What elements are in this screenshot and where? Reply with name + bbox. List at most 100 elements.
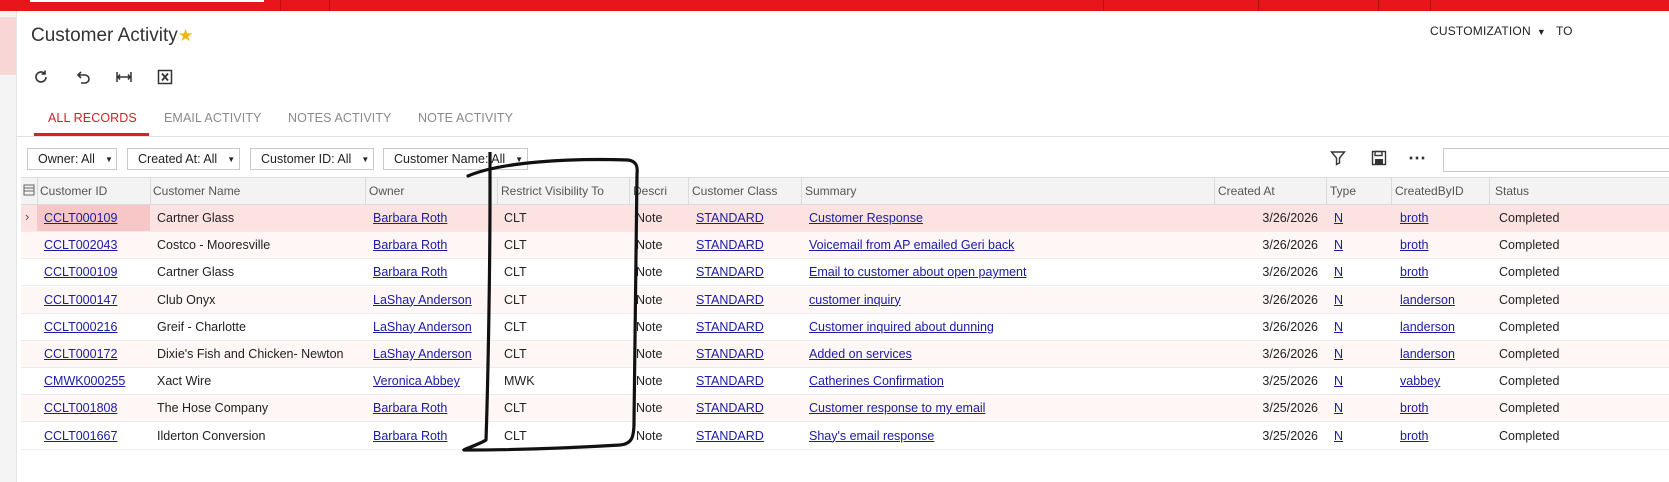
cell-customer-id[interactable]: CCLT000109 xyxy=(44,265,148,279)
cell-customer-id[interactable]: CCLT001808 xyxy=(44,401,148,415)
tab-note-activity[interactable]: NOTE ACTIVITY xyxy=(418,111,513,125)
cell-type[interactable]: N xyxy=(1334,320,1388,334)
column-header-created-by-id[interactable]: CreatedByID xyxy=(1395,184,1485,198)
column-header-customer-class[interactable]: Customer Class xyxy=(692,184,798,198)
column-separator[interactable] xyxy=(150,178,151,205)
column-header-customer-id[interactable]: Customer ID xyxy=(40,184,148,198)
cell-customer-id[interactable]: CCLT000172 xyxy=(44,347,148,361)
cell-customer-class[interactable]: STANDARD xyxy=(696,347,798,361)
cell-summary[interactable]: Added on services xyxy=(809,347,1209,361)
cell-owner[interactable]: Barbara Roth xyxy=(373,211,495,225)
table-row[interactable]: CCLT001808 The Hose Company Barbara Roth CL… xyxy=(21,395,1669,423)
cell-summary[interactable]: Customer Response xyxy=(809,211,1209,225)
column-separator[interactable] xyxy=(1326,178,1327,205)
owner-filter[interactable]: Owner: All ▼ xyxy=(27,148,117,170)
cell-type[interactable]: N xyxy=(1334,347,1388,361)
cell-summary[interactable]: Email to customer about open payment xyxy=(809,265,1209,279)
cell-summary[interactable]: customer inquiry xyxy=(809,293,1209,307)
export-excel-icon[interactable] xyxy=(154,66,176,88)
cell-customer-class[interactable]: STANDARD xyxy=(696,238,798,252)
cell-summary[interactable]: Customer response to my email xyxy=(809,401,1209,415)
cell-summary[interactable]: Customer inquired about dunning xyxy=(809,320,1209,334)
cell-type[interactable]: N xyxy=(1334,238,1388,252)
favorite-star-icon[interactable]: ★ xyxy=(178,26,193,46)
top-search-box-edge[interactable] xyxy=(30,0,264,2)
column-separator[interactable] xyxy=(801,178,802,205)
cell-type[interactable]: N xyxy=(1334,401,1388,415)
cell-created-by-id[interactable]: vabbey xyxy=(1400,374,1486,388)
table-row[interactable]: CMWK000255 Xact Wire Veronica Abbey MWK Note… xyxy=(21,368,1669,396)
cell-owner[interactable]: Veronica Abbey xyxy=(373,374,495,388)
cell-created-by-id[interactable]: landerson xyxy=(1400,320,1486,334)
cell-type[interactable]: N xyxy=(1334,374,1388,388)
cell-customer-id[interactable]: CMWK000255 xyxy=(44,374,148,388)
cell-customer-class[interactable]: STANDARD xyxy=(696,374,798,388)
cell-type[interactable]: N xyxy=(1334,265,1388,279)
column-separator[interactable] xyxy=(1391,178,1392,205)
cell-customer-id[interactable]: CCLT001667 xyxy=(44,429,148,443)
cell-type[interactable]: N xyxy=(1334,211,1388,225)
more-options-icon[interactable]: ⋯ xyxy=(1408,148,1426,169)
table-row[interactable]: CCLT001667 Ilderton Conversion Barbara Rot… xyxy=(21,423,1669,450)
cell-customer-class[interactable]: STANDARD xyxy=(696,293,798,307)
cell-customer-class[interactable]: STANDARD xyxy=(696,265,798,279)
column-separator[interactable] xyxy=(688,178,689,205)
cell-type[interactable]: N xyxy=(1334,429,1388,443)
filter-icon[interactable] xyxy=(1330,150,1346,170)
cell-summary[interactable]: Catherines Confirmation xyxy=(809,374,1209,388)
cell-owner[interactable]: Barbara Roth xyxy=(373,238,495,252)
cell-created-by-id[interactable]: broth xyxy=(1400,429,1486,443)
cell-customer-id[interactable]: CCLT002043 xyxy=(44,238,148,252)
column-separator[interactable] xyxy=(497,178,498,205)
cell-created-by-id[interactable]: landerson xyxy=(1400,347,1486,361)
fit-columns-icon[interactable] xyxy=(113,66,135,88)
cell-summary[interactable]: Shay's email response xyxy=(809,429,1209,443)
customization-menu[interactable]: CUSTOMIZATION ▼ xyxy=(1430,24,1546,38)
column-header-type[interactable]: Type xyxy=(1330,184,1388,198)
column-separator[interactable] xyxy=(629,178,630,205)
tab-email-activity[interactable]: EMAIL ACTIVITY xyxy=(164,111,262,125)
undo-icon[interactable] xyxy=(72,66,94,88)
column-header-status[interactable]: Status xyxy=(1495,184,1585,198)
table-row[interactable]: CCLT000147 Club Onyx LaShay Anderson CLT Not… xyxy=(21,286,1669,314)
cell-owner[interactable]: Barbara Roth xyxy=(373,429,495,443)
cell-created-by-id[interactable]: landerson xyxy=(1400,293,1486,307)
column-header-customer-name[interactable]: Customer Name xyxy=(153,184,363,198)
column-settings-icon[interactable] xyxy=(23,183,35,201)
customer-id-filter[interactable]: Customer ID: All ▼ xyxy=(250,148,374,170)
cell-created-by-id[interactable]: broth xyxy=(1400,211,1486,225)
cell-owner[interactable]: Barbara Roth xyxy=(373,401,495,415)
table-row[interactable]: CCLT000216 Greif - Charlotte LaShay Anders… xyxy=(21,314,1669,341)
cell-customer-class[interactable]: STANDARD xyxy=(696,429,798,443)
cell-customer-id[interactable]: CCLT000109 xyxy=(44,211,148,225)
cell-customer-class[interactable]: STANDARD xyxy=(696,320,798,334)
column-separator[interactable] xyxy=(365,178,366,205)
cell-created-by-id[interactable]: broth xyxy=(1400,238,1486,252)
refresh-icon[interactable] xyxy=(30,66,52,88)
column-header-summary[interactable]: Summary xyxy=(805,184,1205,198)
cell-customer-class[interactable]: STANDARD xyxy=(696,211,798,225)
table-row[interactable]: CCLT002043 Costco - Mooresville Barbara Ro… xyxy=(21,232,1669,260)
table-row[interactable]: CCLT000109 Cartner Glass Barbara Roth CLT No… xyxy=(21,259,1669,287)
cell-owner[interactable]: LaShay Anderson xyxy=(373,347,495,361)
cell-customer-id[interactable]: CCLT000216 xyxy=(44,320,148,334)
cell-customer-class[interactable]: STANDARD xyxy=(696,401,798,415)
cell-created-by-id[interactable]: broth xyxy=(1400,401,1486,415)
column-header-owner[interactable]: Owner xyxy=(369,184,495,198)
cell-summary[interactable]: Voicemail from AP emailed Geri back xyxy=(809,238,1209,252)
table-row[interactable]: › CCLT000109 Cartner Glass Barbara Roth CLT N… xyxy=(21,205,1669,232)
cell-customer-id[interactable]: CCLT000147 xyxy=(44,293,148,307)
search-input[interactable] xyxy=(1443,148,1669,172)
customer-name-filter[interactable]: Customer Name: All ▼ xyxy=(383,148,528,170)
cell-owner[interactable]: Barbara Roth xyxy=(373,265,495,279)
cell-type[interactable]: N xyxy=(1334,293,1388,307)
cell-owner[interactable]: LaShay Anderson xyxy=(373,320,495,334)
cell-owner[interactable]: LaShay Anderson xyxy=(373,293,495,307)
column-header-description[interactable]: Descri xyxy=(633,184,669,198)
table-row[interactable]: CCLT000172 Dixie's Fish and Chicken- Newt… xyxy=(21,341,1669,368)
tab-all-records[interactable]: ALL RECORDS xyxy=(48,111,137,125)
cell-created-by-id[interactable]: broth xyxy=(1400,265,1486,279)
column-header-created-at[interactable]: Created At xyxy=(1218,184,1322,198)
truncated-menu[interactable]: TO xyxy=(1556,24,1572,38)
created-at-filter[interactable]: Created At: All ▼ xyxy=(127,148,240,170)
